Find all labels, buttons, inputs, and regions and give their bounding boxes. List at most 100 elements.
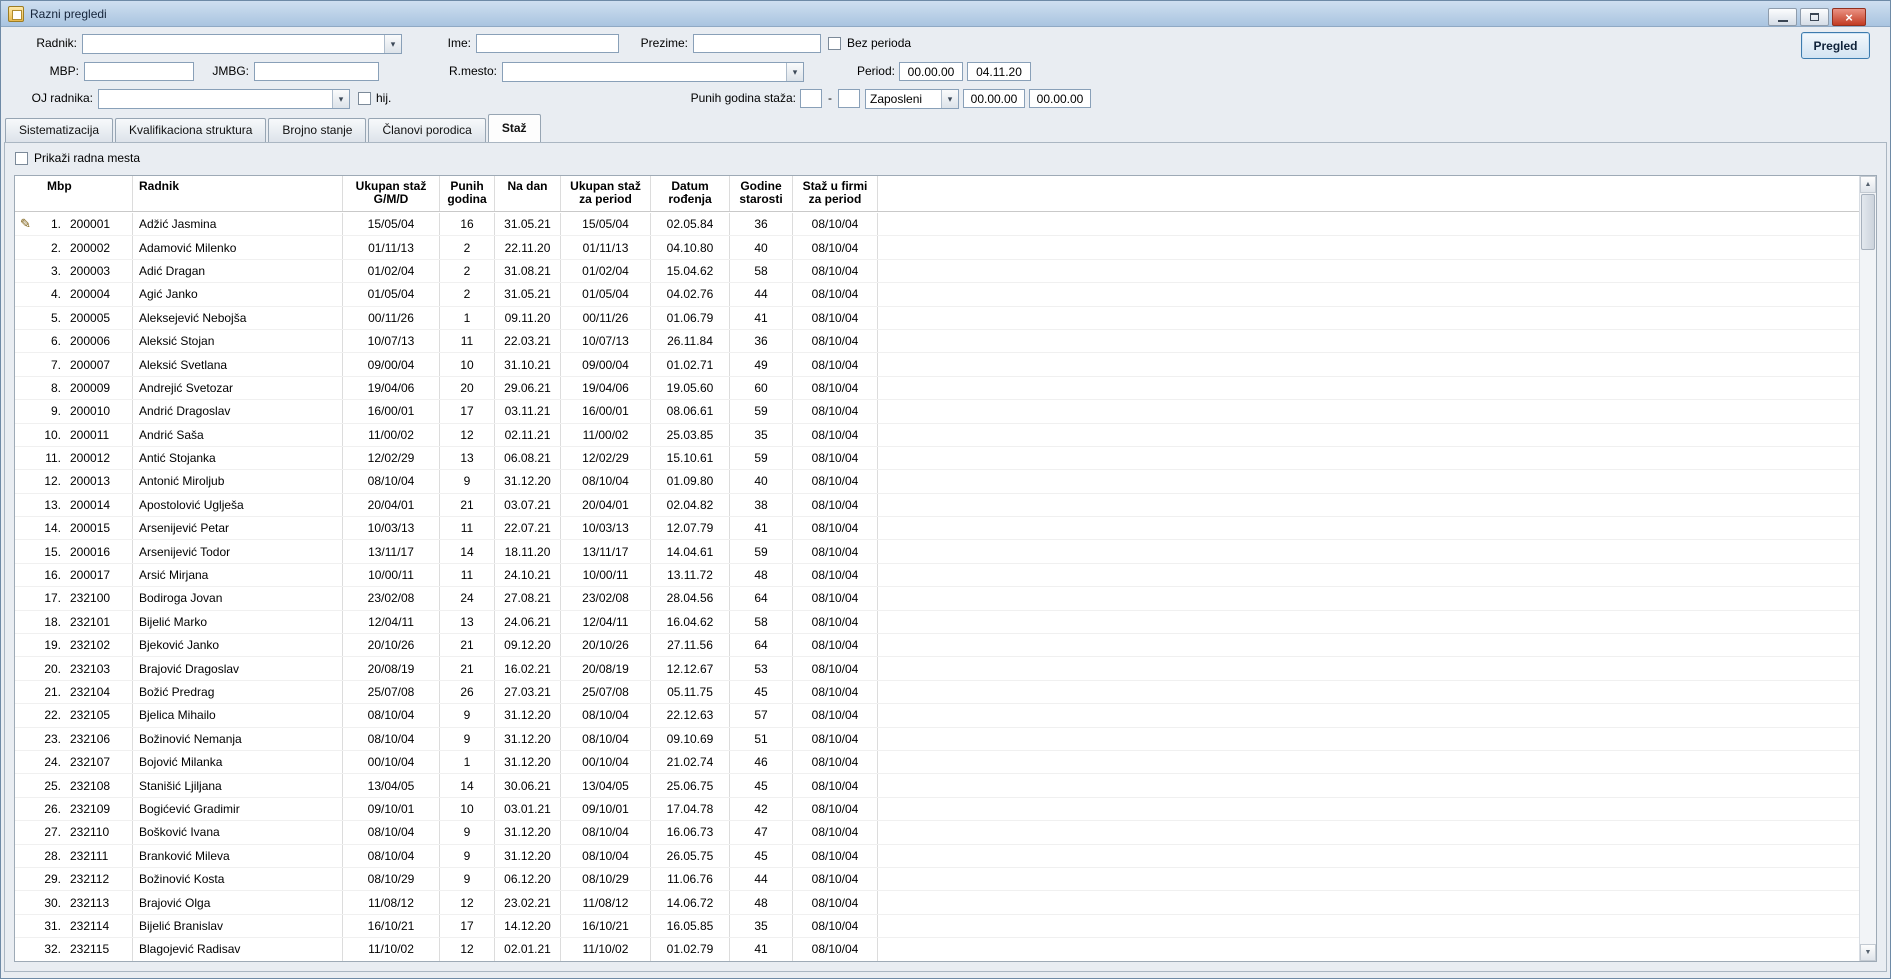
cell-ukupan-staz-gmd: 16/10/21 (343, 915, 440, 937)
table-row[interactable]: 24.232107Bojović Milanka00/10/04131.12.2… (15, 751, 1859, 774)
table-row[interactable]: 4.200004Agić Janko01/05/04231.05.2101/05… (15, 283, 1859, 306)
maximize-button[interactable] (1800, 8, 1829, 26)
ime-input[interactable] (476, 34, 619, 53)
scroll-down-button[interactable]: ▼ (1860, 944, 1876, 961)
cell-ukupan-staz-gmd: 12/04/11 (343, 611, 440, 633)
status-date-to-input[interactable] (1029, 89, 1091, 108)
mbp-input[interactable] (84, 62, 194, 81)
column-header-punih-godina[interactable]: Punih godina (440, 176, 495, 211)
column-header-datum-rodjenja[interactable]: Datum rođenja (651, 176, 730, 211)
table-row[interactable]: 26.232109Bogićević Gradimir09/10/011003.… (15, 798, 1859, 821)
table-row[interactable]: 32.232115Blagojević Radisav11/10/021202.… (15, 938, 1859, 961)
tab-clanovi-porodica[interactable]: Članovi porodica (368, 118, 485, 142)
cell-mbp: 200017 (70, 568, 110, 582)
cell-radnik: Adžić Jasmina (133, 213, 343, 235)
table-row[interactable]: 28.232111Branković Mileva08/10/04931.12.… (15, 845, 1859, 868)
table-row[interactable]: 6.200006Aleksić Stojan10/07/131122.03.21… (15, 330, 1859, 353)
oj-radnika-combobox-arrow-icon[interactable]: ▾ (332, 90, 349, 108)
table-row[interactable]: 23.232106Božinović Nemanja08/10/04931.12… (15, 728, 1859, 751)
vertical-scrollbar[interactable]: ▲ ▼ (1859, 176, 1876, 961)
table-row[interactable]: 31.232114Bijelić Branislav16/10/211714.1… (15, 915, 1859, 938)
cell-mbp: 232115 (70, 942, 109, 956)
status-combobox-arrow-icon[interactable]: ▾ (941, 90, 958, 108)
oj-radnika-combobox[interactable]: ▾ (98, 89, 350, 109)
pregled-button[interactable]: Pregled (1801, 32, 1870, 59)
status-combobox[interactable]: Zaposleni ▾ (865, 89, 959, 109)
cell-datum-rodjenja: 19.05.60 (651, 377, 730, 399)
table-row[interactable]: 14.200015Arsenijević Petar10/03/131122.0… (15, 517, 1859, 540)
prikazi-radna-mesta-checkbox[interactable] (15, 152, 28, 165)
table-row[interactable]: 15.200016Arsenijević Todor13/11/171418.1… (15, 540, 1859, 563)
table-row[interactable]: 29.232112Božinović Kosta08/10/29906.12.2… (15, 868, 1859, 891)
period-from-input[interactable] (899, 62, 963, 81)
cell-na-dan: 03.07.21 (495, 494, 561, 516)
table-row[interactable]: 27.232110Bošković Ivana08/10/04931.12.20… (15, 821, 1859, 844)
table-row[interactable]: 11.200012Antić Stojanka12/02/291306.08.2… (15, 447, 1859, 470)
table-row[interactable]: 10.200011Andrić Saša11/00/021202.11.2111… (15, 424, 1859, 447)
table-row[interactable]: 2.200002Adamović Milenko01/11/13222.11.2… (15, 236, 1859, 259)
rmesto-combobox[interactable]: ▾ (502, 62, 804, 82)
cell-radnik: Stanišić Ljiljana (133, 774, 343, 796)
table-row[interactable]: 7.200007Aleksić Svetlana09/00/041031.10.… (15, 353, 1859, 376)
tab-brojno-stanje[interactable]: Brojno stanje (268, 118, 366, 142)
minimize-button[interactable] (1768, 8, 1797, 26)
jmbg-input[interactable] (254, 62, 379, 81)
close-button[interactable]: × (1832, 8, 1866, 26)
cell-radnik: Božinović Kosta (133, 868, 343, 890)
scrollbar-thumb[interactable] (1861, 194, 1875, 250)
rmesto-combobox-arrow-icon[interactable]: ▾ (786, 63, 803, 81)
column-header-ukupan-staz-za-period[interactable]: Ukupan staž za period (561, 176, 651, 211)
tab-sistematizacija[interactable]: Sistematizacija (5, 118, 113, 142)
table-row[interactable]: 16.200017Arsić Mirjana10/00/111124.10.21… (15, 564, 1859, 587)
hij-checkbox[interactable] (358, 92, 371, 105)
column-header-radnik[interactable]: Radnik (133, 176, 343, 211)
cell-ukupan-staz-za-period: 20/08/19 (561, 657, 651, 679)
table-row[interactable]: 19.232102Bjeković Janko20/10/262109.12.2… (15, 634, 1859, 657)
punih-godina-from-input[interactable] (800, 89, 822, 108)
cell-ukupan-staz-gmd: 12/02/29 (343, 447, 440, 469)
tab-staz[interactable]: Staž (488, 114, 541, 142)
table-row[interactable]: ✎1.200001Adžić Jasmina15/05/041631.05.21… (15, 213, 1859, 236)
column-header-ukupan-staz-gmd[interactable]: Ukupan staž G/M/D (343, 176, 440, 211)
cell-godine-starosti: 44 (730, 283, 793, 305)
bez-perioda-checkbox[interactable] (828, 37, 841, 50)
punih-godina-to-input[interactable] (838, 89, 860, 108)
tab-kvalifikaciona-struktura[interactable]: Kvalifikaciona struktura (115, 118, 266, 142)
cell-radnik: Bošković Ivana (133, 821, 343, 843)
table-row[interactable]: 8.200009Andrejić Svetozar19/04/062029.06… (15, 377, 1859, 400)
table-row[interactable]: 30.232113Brajović Olga11/08/121223.02.21… (15, 891, 1859, 914)
table-row[interactable]: 5.200005Aleksejević Nebojša00/11/26109.1… (15, 307, 1859, 330)
status-date-from-input[interactable] (963, 89, 1025, 108)
column-header-mbp[interactable]: Mbp (15, 176, 133, 211)
cell-na-dan: 22.03.21 (495, 330, 561, 352)
cell-punih-godina: 11 (440, 330, 495, 352)
period-to-input[interactable] (967, 62, 1031, 81)
cell-mbp: 200016 (70, 545, 110, 559)
table-row[interactable]: 9.200010Andrić Dragoslav16/00/011703.11.… (15, 400, 1859, 423)
column-header-staz-u-firmi-za-period[interactable]: Staž u firmi za period (793, 176, 878, 211)
table-row[interactable]: 12.200013Antonić Miroljub08/10/04931.12.… (15, 470, 1859, 493)
column-header-na-dan[interactable]: Na dan (495, 176, 561, 211)
radnik-combobox-arrow-icon[interactable]: ▾ (384, 35, 401, 53)
table-row[interactable]: 17.232100Bodiroga Jovan23/02/082427.08.2… (15, 587, 1859, 610)
radnik-combobox[interactable]: ▾ (82, 34, 402, 54)
table-row[interactable]: 22.232105Bjelica Mihailo08/10/04931.12.2… (15, 704, 1859, 727)
scroll-up-button[interactable]: ▲ (1860, 176, 1876, 193)
table-row[interactable]: 18.232101Bijelić Marko12/04/111324.06.21… (15, 611, 1859, 634)
table-row[interactable]: 25.232108Stanišić Ljiljana13/04/051430.0… (15, 774, 1859, 797)
cell-mbp: 232103 (70, 662, 110, 676)
cell-datum-rodjenja: 02.04.82 (651, 494, 730, 516)
table-row[interactable]: 21.232104Božić Predrag25/07/082627.03.21… (15, 681, 1859, 704)
prezime-input[interactable] (693, 34, 821, 53)
cell-ukupan-staz-za-period: 19/04/06 (561, 377, 651, 399)
cell-punih-godina: 13 (440, 611, 495, 633)
mbp-label: MBP: (19, 62, 79, 81)
column-header-godine-starosti[interactable]: Godine starosti (730, 176, 793, 211)
table-row[interactable]: 13.200014Apostolović Uglješa20/04/012103… (15, 494, 1859, 517)
cell-ukupan-staz-gmd: 10/03/13 (343, 517, 440, 539)
cell-ukupan-staz-gmd: 08/10/29 (343, 868, 440, 890)
table-row[interactable]: 3.200003Adić Dragan01/02/04231.08.2101/0… (15, 260, 1859, 283)
table-row[interactable]: 20.232103Brajović Dragoslav20/08/192116.… (15, 657, 1859, 680)
cell-punih-godina: 10 (440, 353, 495, 375)
cell-na-dan: 31.12.20 (495, 704, 561, 726)
